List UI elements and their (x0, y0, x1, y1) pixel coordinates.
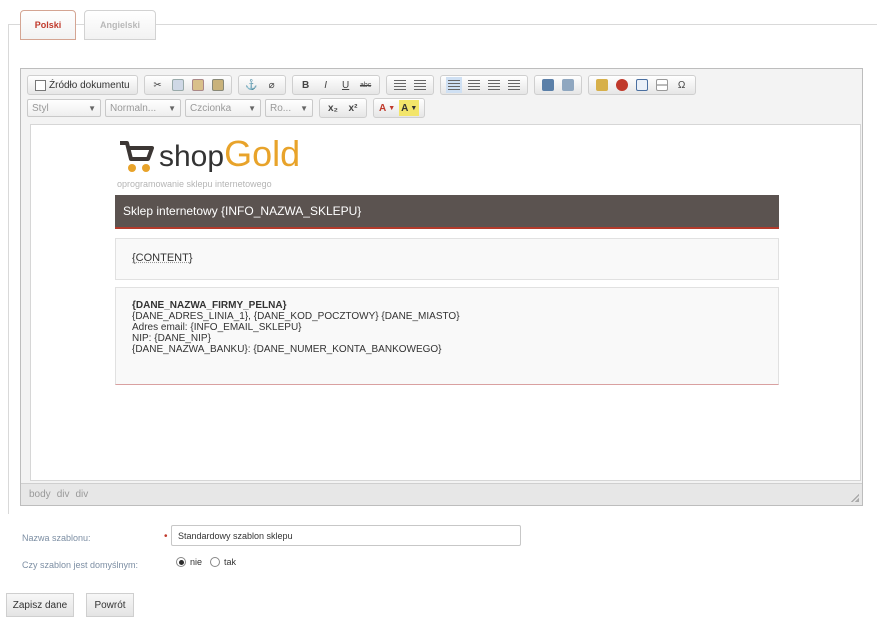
tab-polski[interactable]: Polski (20, 10, 76, 40)
chevron-down-icon: ▼ (248, 103, 256, 113)
paste-word-icon[interactable] (210, 77, 226, 93)
brand-shop: shop (159, 140, 225, 173)
style-dropdown[interactable]: Styl ▼ (27, 99, 101, 117)
format-dropdown-value: Normaln... (110, 102, 157, 114)
italic-button[interactable]: I (318, 77, 334, 93)
tab-angielski[interactable]: Angielski (84, 10, 156, 40)
style-dropdown-value: Styl (32, 102, 49, 114)
path-div[interactable]: div (57, 489, 70, 500)
paste-icon[interactable] (190, 77, 206, 93)
superscript-button[interactable]: x² (345, 100, 361, 116)
radio-yes[interactable] (210, 557, 221, 567)
default-radio-group: nie tak (176, 557, 244, 567)
document-icon (35, 79, 46, 91)
bg-color-button[interactable]: A ▼ (399, 100, 420, 116)
underline-button[interactable]: U (338, 77, 354, 93)
find-icon[interactable] (540, 77, 556, 93)
save-button[interactable]: Zapisz dane (6, 593, 74, 617)
copy-icon[interactable] (170, 77, 186, 93)
size-dropdown[interactable]: Ro... ▼ (265, 99, 313, 117)
radio-yes-label[interactable]: tak (224, 557, 236, 567)
source-button[interactable]: Źródło dokumentu (33, 77, 132, 93)
list-group (385, 75, 434, 95)
source-label: Źródło dokumentu (49, 79, 130, 91)
toolbar-row-1: Źródło dokumentu ✂ ⚓ ⌀ B I U abc Ω (27, 75, 702, 95)
format-group: B I U abc (291, 75, 380, 95)
flash-icon[interactable] (614, 77, 630, 93)
link-group: ⚓ ⌀ (237, 75, 286, 95)
chevron-down-icon: ▼ (410, 104, 418, 112)
table-icon[interactable] (634, 77, 650, 93)
element-path-bar: body div div (21, 483, 862, 505)
cut-icon[interactable]: ✂ (150, 77, 166, 93)
footer-email: Adres email: {INFO_EMAIL_SKLEPU} (132, 322, 302, 333)
radio-no[interactable] (176, 557, 186, 567)
image-icon[interactable] (594, 77, 610, 93)
footer-bank: {DANE_NAZWA_BANKU}: {DANE_NUMER_KONTA_BA… (132, 344, 442, 355)
size-dropdown-value: Ro... (270, 102, 292, 114)
default-template-label: Czy szablon jest domyślnym: (22, 560, 139, 570)
brand-text: shopGold (159, 136, 300, 175)
numbered-list-icon[interactable] (392, 77, 408, 93)
chevron-down-icon: ▼ (300, 103, 308, 113)
replace-icon[interactable] (560, 77, 576, 93)
panel-border (8, 24, 9, 514)
template-name-input[interactable] (171, 525, 521, 546)
editor-content[interactable]: shopGold oprogramowanie sklepu interneto… (30, 124, 861, 481)
footer-nip: NIP: {DANE_NIP} (132, 333, 211, 344)
required-asterisk: • (164, 531, 168, 542)
find-group (533, 75, 582, 95)
align-justify-icon[interactable] (506, 77, 522, 93)
subscript-button[interactable]: x₂ (325, 100, 341, 116)
text-color-glyph: A (379, 102, 387, 114)
shop-header: Sklep internetowy {INFO_NAZWA_SKLEPU} (115, 195, 779, 229)
chevron-down-icon: ▼ (88, 103, 96, 113)
insert-group: Ω (587, 75, 696, 95)
font-dropdown-value: Czcionka (190, 102, 232, 114)
strike-button[interactable]: abc (358, 77, 374, 93)
bullet-list-icon[interactable] (412, 77, 428, 93)
chevron-down-icon: ▼ (388, 104, 396, 112)
align-left-icon[interactable] (445, 77, 462, 93)
color-group: A ▼ A ▼ (373, 98, 426, 118)
content-box: {CONTENT} (115, 238, 779, 280)
special-char-icon[interactable]: Ω (674, 77, 690, 93)
bg-color-glyph: A (401, 102, 409, 114)
tagline: oprogramowanie sklepu internetowego (117, 179, 272, 189)
clipboard-group: ✂ (143, 75, 232, 95)
footer-company: {DANE_NAZWA_FIRMY_PELNA} (132, 300, 287, 311)
back-button[interactable]: Powrót (86, 593, 134, 617)
cart-icon (120, 141, 154, 172)
source-group: Źródło dokumentu (27, 75, 138, 95)
align-group (439, 75, 528, 95)
resize-handle-icon[interactable] (851, 494, 859, 502)
link-icon[interactable]: ⚓ (244, 77, 260, 93)
shopgold-logo: shopGold (117, 136, 300, 175)
radio-no-label[interactable]: nie (190, 557, 202, 567)
toolbar-row-2: Styl ▼ Normaln... ▼ Czcionka ▼ Ro... ▼ x₂ x²… (27, 98, 431, 118)
align-right-icon[interactable] (486, 77, 502, 93)
chevron-down-icon: ▼ (168, 103, 176, 113)
horizontal-line-icon[interactable] (654, 77, 670, 93)
content-placeholder: {CONTENT} (132, 252, 193, 264)
unlink-icon[interactable]: ⌀ (264, 77, 280, 93)
format-dropdown[interactable]: Normaln... ▼ (105, 99, 181, 117)
path-div-inner[interactable]: div (75, 489, 88, 500)
footer-box: {DANE_NAZWA_FIRMY_PELNA} {DANE_ADRES_LIN… (115, 287, 779, 385)
template-name-label: Nazwa szablonu: (22, 533, 91, 543)
rich-text-editor: Źródło dokumentu ✂ ⚓ ⌀ B I U abc Ω Styl … (20, 68, 863, 506)
brand-gold: Gold (224, 133, 301, 174)
path-body[interactable]: body (29, 489, 51, 500)
script-group: x₂ x² (319, 98, 367, 118)
bold-button[interactable]: B (298, 77, 314, 93)
align-center-icon[interactable] (466, 77, 482, 93)
text-color-button[interactable]: A ▼ (379, 100, 395, 116)
footer-address: {DANE_ADRES_LINIA_1}, {DANE_KOD_POCZTOWY… (132, 311, 460, 322)
font-dropdown[interactable]: Czcionka ▼ (185, 99, 261, 117)
